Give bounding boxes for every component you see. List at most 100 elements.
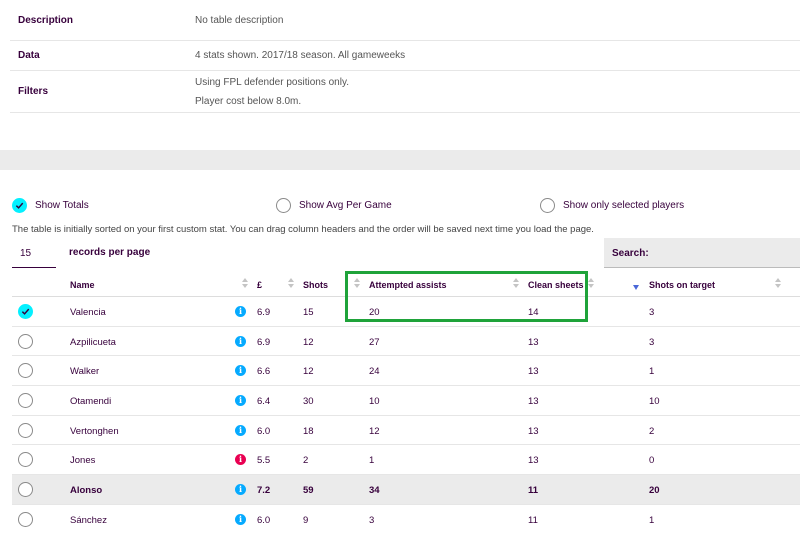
search-field[interactable]: Search:: [604, 238, 800, 268]
col-header-attempted-assists[interactable]: Attempted assists: [369, 280, 447, 290]
player-name: Walker: [70, 366, 100, 378]
player-shots-on-target: 0: [649, 455, 655, 467]
player-attempted-assists: 20: [369, 307, 380, 318]
info-row-filters: Filters Using FPL defender positions onl…: [10, 71, 800, 113]
player-clean-sheets: 11: [528, 514, 538, 526]
info-row-data: Data 4 stats shown. 2017/18 season. All …: [10, 41, 800, 71]
sort-icon[interactable]: [288, 278, 294, 290]
radio-icon[interactable]: [276, 198, 291, 213]
sort-icon[interactable]: [354, 278, 360, 290]
col-header-shots-on-target[interactable]: Shots on target: [649, 280, 715, 290]
description-label: Description: [18, 14, 74, 26]
show-totals-label: Show Totals: [35, 200, 89, 211]
show-avg-option[interactable]: Show Avg Per Game: [276, 198, 392, 213]
display-options: Show Totals Show Avg Per Game Show only …: [0, 198, 800, 218]
player-name: Alonso: [70, 485, 103, 497]
row-select-icon[interactable]: [18, 452, 33, 468]
records-per-page-input[interactable]: 15: [12, 238, 56, 268]
table-row[interactable]: Valencia i 6.9 15 20 14 3: [12, 297, 800, 327]
player-name: Otamendi: [70, 396, 112, 408]
table-row[interactable]: Jones i 5.5 2 1 13 0: [12, 445, 800, 476]
player-clean-sheets: 14: [528, 307, 539, 318]
player-attempted-assists: 10: [369, 396, 380, 408]
player-cost: 5.5: [257, 455, 271, 467]
player-attempted-assists: 3: [369, 514, 375, 526]
show-selected-option[interactable]: Show only selected players: [540, 198, 684, 213]
player-shots-on-target: 20: [649, 485, 660, 497]
info-icon[interactable]: i: [235, 513, 246, 525]
info-icon[interactable]: i: [235, 424, 246, 436]
player-shots-on-target: 2: [649, 425, 655, 437]
player-clean-sheets: 13: [528, 425, 539, 437]
info-icon[interactable]: i: [235, 335, 246, 347]
player-attempted-assists: 34: [369, 485, 380, 497]
radio-icon[interactable]: [540, 198, 555, 213]
sort-icon[interactable]: [513, 278, 519, 290]
col-header-name[interactable]: Name: [70, 280, 95, 290]
player-name: Jones: [70, 455, 96, 467]
data-value: 4 stats shown. 2017/18 season. All gamew…: [195, 50, 406, 61]
records-per-page-label: records per page: [69, 247, 151, 258]
player-name: Valencia: [70, 307, 106, 318]
row-select-icon[interactable]: [18, 363, 33, 379]
player-cost: 6.0: [257, 425, 271, 437]
info-icon[interactable]: i: [235, 306, 246, 317]
alert-info-icon[interactable]: i: [235, 454, 246, 466]
table-row[interactable]: Azpilicueta i 6.9 12 27 13 3: [12, 327, 800, 357]
row-select-icon[interactable]: [18, 482, 33, 498]
player-clean-sheets: 11: [528, 485, 539, 497]
player-name: Sánchez: [70, 514, 107, 526]
player-shots-on-target: 3: [649, 336, 655, 348]
player-cost: 6.6: [257, 366, 271, 378]
player-shots: 2: [303, 455, 309, 467]
player-name: Azpilicueta: [70, 336, 116, 348]
show-totals-option[interactable]: Show Totals: [12, 198, 89, 213]
col-header-clean-sheets[interactable]: Clean sheets: [528, 280, 584, 290]
row-select-icon[interactable]: [18, 333, 33, 349]
sort-note: The table is initially sorted on your fi…: [12, 224, 594, 235]
table-row[interactable]: Vertonghen i 6.0 18 12 13 2: [12, 416, 800, 446]
player-cost: 7.2: [257, 485, 271, 497]
player-cost: 6.9: [257, 336, 271, 348]
player-attempted-assists: 24: [369, 366, 380, 378]
sort-desc-icon[interactable]: [633, 285, 639, 290]
table-info: Description No table description Data 4 …: [10, 0, 800, 113]
col-header-shots[interactable]: Shots: [303, 280, 328, 290]
table-row[interactable]: Sánchez i 6.0 9 3 11 1: [12, 505, 800, 533]
player-shots: 30: [303, 396, 314, 408]
player-clean-sheets: 13: [528, 455, 539, 467]
player-shots: 9: [303, 514, 309, 526]
info-row-description: Description No table description: [10, 0, 800, 41]
player-name: Vertonghen: [70, 425, 119, 437]
player-attempted-assists: 12: [369, 425, 380, 437]
radio-selected-icon[interactable]: [12, 198, 27, 213]
player-shots: 12: [303, 336, 314, 348]
player-shots: 12: [303, 366, 314, 378]
data-label: Data: [18, 50, 40, 61]
sort-icon[interactable]: [775, 278, 781, 290]
table-row[interactable]: Walker i 6.6 12 24 13 1: [12, 356, 800, 387]
player-clean-sheets: 13: [528, 396, 539, 408]
info-icon[interactable]: i: [235, 365, 246, 377]
row-select-icon[interactable]: [18, 422, 33, 438]
info-icon[interactable]: i: [235, 395, 246, 407]
sort-icon[interactable]: [242, 278, 248, 290]
filters-line: Using FPL defender positions only.: [195, 76, 349, 88]
player-shots-on-target: 10: [649, 396, 660, 408]
col-header-cost[interactable]: £: [257, 280, 262, 290]
table-header: Name £ Shots Attempted assists Clean she…: [12, 270, 800, 297]
player-cost: 6.4: [257, 396, 271, 408]
player-attempted-assists: 27: [369, 336, 380, 348]
player-clean-sheets: 13: [528, 336, 539, 348]
table-row[interactable]: Alonso i 7.2 59 34 11 20: [12, 475, 800, 505]
sort-icon[interactable]: [588, 278, 594, 290]
table-row[interactable]: Otamendi i 6.4 30 10 13 10: [12, 386, 800, 416]
player-cost: 6.0: [257, 514, 271, 526]
player-clean-sheets: 13: [528, 366, 539, 378]
row-select-checked-icon[interactable]: [18, 304, 33, 319]
player-shots: 18: [303, 425, 314, 437]
info-icon[interactable]: i: [235, 484, 246, 496]
section-divider: [0, 150, 800, 170]
row-select-icon[interactable]: [18, 393, 33, 409]
row-select-icon[interactable]: [18, 511, 33, 527]
